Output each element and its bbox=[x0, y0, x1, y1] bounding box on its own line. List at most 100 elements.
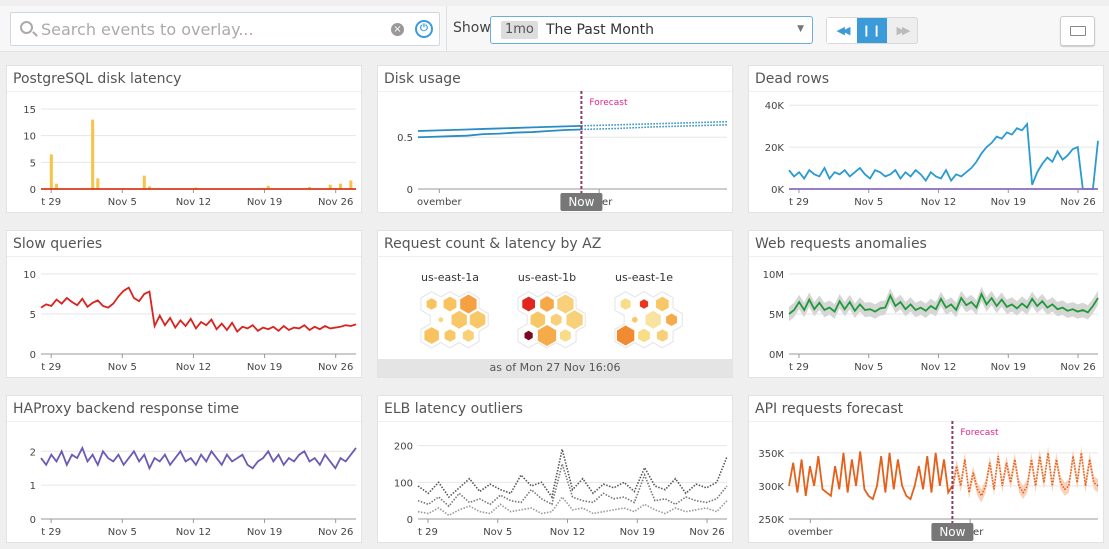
az-label: us-east-1a bbox=[421, 271, 479, 284]
y-tick-label: 0.5 bbox=[397, 133, 413, 144]
chart: 00.5ovembermberForecastNow bbox=[397, 91, 728, 211]
x-tick-label: Nov 19 bbox=[247, 362, 282, 373]
widget-title: API requests forecast bbox=[755, 401, 904, 417]
x-tick-label: Nov 26 bbox=[1060, 197, 1095, 208]
widget-footer: as of Mon 27 Nov 16:06 bbox=[378, 359, 732, 377]
widget-api-requests-forecast[interactable]: API requests forecast 250K 300K 350K ovember… bbox=[748, 395, 1104, 543]
widget-title: Disk usage bbox=[384, 71, 461, 87]
x-tick-label: Nov 19 bbox=[991, 362, 1026, 373]
clear-icon[interactable]: × bbox=[391, 23, 404, 36]
x-tick-label: t 29 bbox=[41, 362, 61, 373]
y-tick-label: 300K bbox=[758, 482, 784, 493]
widget-haproxy-backend-response-time[interactable]: HAProxy backend response time 0 1 2 t 29 Nov … bbox=[6, 395, 362, 543]
x-tick-label: t 29 bbox=[41, 527, 61, 538]
forecast-label: Forecast bbox=[589, 98, 628, 108]
x-tick-label: ovember bbox=[788, 527, 833, 538]
range-value: The Past Month bbox=[546, 22, 654, 38]
x-tick-label: Nov 5 bbox=[108, 527, 137, 538]
x-tick-label: Nov 5 bbox=[108, 362, 137, 373]
bar bbox=[349, 180, 353, 189]
chart: 0 5 10 15 t 29 Nov 5 Nov 12 Nov 19 Nov 26 bbox=[23, 105, 356, 208]
bar bbox=[96, 178, 100, 189]
toolbar: × ⏻ Show 1mo The Past Month ▼ ◀◀ ❙❙ ▶▶ bbox=[0, 6, 1109, 52]
widget-dead-rows[interactable]: Dead rows 0K 20K 40K t 29 Nov 5 Nov 12 Nov 19 No… bbox=[748, 65, 1104, 213]
y-tick-label: 0K bbox=[771, 185, 784, 196]
x-tick-label: Nov 5 bbox=[854, 362, 883, 373]
y-tick-label: 10 bbox=[23, 132, 36, 143]
chart: 0 5 10 t 29 Nov 5 Nov 12 Nov 19 Nov 26 bbox=[23, 270, 357, 373]
widget-postgresql-disk-latency[interactable]: PostgreSQL disk latency 0 5 10 15 t 29 Nov 5 No… bbox=[6, 65, 362, 213]
show-label: Show bbox=[453, 20, 491, 36]
y-tick-label: 2 bbox=[30, 447, 36, 458]
pause-icon[interactable]: ❙❙ bbox=[857, 18, 887, 43]
widget-web-requests-anomalies[interactable]: Web requests anomalies 0M 5M 10M t 29 Nov 5 No… bbox=[748, 230, 1104, 378]
x-tick-label: Nov 12 bbox=[550, 527, 585, 538]
y-tick-label: 0 bbox=[407, 185, 413, 196]
search-icon bbox=[20, 21, 33, 34]
y-tick-label: 0 bbox=[30, 185, 36, 196]
y-tick-label: 0 bbox=[30, 350, 36, 361]
widget-title: Slow queries bbox=[13, 236, 103, 252]
chart: 0M 5M 10M t 29 Nov 5 Nov 12 Nov 19 Nov 26 bbox=[763, 270, 1099, 373]
keyboard-shortcuts-button[interactable] bbox=[1060, 16, 1095, 46]
y-tick-label: 40K bbox=[765, 101, 785, 112]
x-tick-label: Nov 26 bbox=[689, 527, 724, 538]
time-range-select[interactable]: 1mo The Past Month ▼ bbox=[490, 16, 813, 44]
x-tick-label: Nov 5 bbox=[108, 197, 137, 208]
x-tick-label: Nov 12 bbox=[176, 197, 211, 208]
rewind-icon[interactable]: ◀◀ bbox=[827, 18, 857, 43]
az-label: us-east-1b bbox=[518, 271, 576, 284]
y-tick-label: 5 bbox=[30, 158, 36, 169]
x-tick-label: Nov 26 bbox=[318, 362, 353, 373]
widget-elb-latency-outliers[interactable]: ELB latency outliers 0 100 200 t 29 Nov 5 Nov … bbox=[377, 395, 733, 543]
divider bbox=[446, 6, 447, 52]
search-input[interactable] bbox=[41, 18, 381, 40]
playback-controls: ◀◀ ❙❙ ▶▶ bbox=[826, 17, 918, 44]
widget-title: Request count & latency by AZ bbox=[384, 236, 602, 252]
y-tick-label: 0 bbox=[30, 515, 36, 526]
x-tick-label: Nov 12 bbox=[176, 527, 211, 538]
x-tick-label: t 29 bbox=[789, 362, 809, 373]
y-tick-label: 10M bbox=[763, 270, 784, 281]
forecast-label: Forecast bbox=[960, 428, 999, 438]
x-tick-label: Nov 12 bbox=[176, 362, 211, 373]
widget-slow-queries[interactable]: Slow queries 0 5 10 t 29 Nov 5 Nov 12 Nov 19 Nov… bbox=[6, 230, 362, 378]
y-tick-label: 250K bbox=[758, 515, 784, 526]
y-tick-label: 5 bbox=[30, 310, 36, 321]
x-tick-label: Nov 5 bbox=[854, 197, 883, 208]
x-tick-label: t 29 bbox=[41, 197, 61, 208]
x-tick-label: Nov 19 bbox=[247, 197, 282, 208]
chart: 0K 20K 40K t 29 Nov 5 Nov 12 Nov 19 Nov 26 bbox=[765, 101, 1099, 208]
x-tick-label: Nov 12 bbox=[921, 197, 956, 208]
y-tick-label: 5M bbox=[769, 310, 784, 321]
power-icon[interactable]: ⏻ bbox=[415, 20, 433, 38]
widget-disk-usage[interactable]: Disk usage00.5ovembermberForecastNow bbox=[377, 65, 733, 213]
bar bbox=[142, 175, 146, 189]
y-tick-label: 10 bbox=[23, 270, 36, 281]
x-tick-label: Nov 26 bbox=[1060, 362, 1095, 373]
bar bbox=[91, 119, 95, 189]
now-label: Now bbox=[939, 525, 965, 539]
chart: 0 1 2 t 29 Nov 5 Nov 12 Nov 19 Nov 26 bbox=[30, 445, 357, 538]
widget-title: HAProxy backend response time bbox=[13, 401, 240, 417]
widget-title: PostgreSQL disk latency bbox=[13, 71, 182, 87]
chart: 0 100 200 t 29 Nov 5 Nov 12 Nov 19 Nov 26 bbox=[394, 442, 728, 538]
chevron-down-icon: ▼ bbox=[797, 24, 804, 34]
series-line bbox=[788, 121, 1099, 190]
forecast-line bbox=[417, 449, 728, 499]
x-tick-label: Nov 19 bbox=[991, 197, 1026, 208]
widget-request-count-latency-by-az[interactable]: Request count & latency by AZ as of Mon 2… bbox=[377, 230, 733, 378]
fast-forward-icon[interactable]: ▶▶ bbox=[887, 18, 917, 43]
y-tick-label: 100 bbox=[394, 478, 413, 489]
widget-title: Dead rows bbox=[755, 71, 830, 87]
forecast-line bbox=[951, 452, 1099, 498]
x-tick-label: Nov 26 bbox=[318, 197, 353, 208]
keyboard-icon bbox=[1070, 26, 1086, 36]
bar bbox=[49, 154, 53, 189]
y-tick-label: 0 bbox=[407, 515, 413, 526]
series-line bbox=[788, 451, 954, 501]
x-tick-label: t 29 bbox=[789, 197, 809, 208]
hostmap: us-east-1a us-east-1b us-east-1e bbox=[420, 271, 683, 349]
y-tick-label: 0M bbox=[769, 350, 784, 361]
search-events-box[interactable]: × ⏻ bbox=[10, 12, 440, 46]
